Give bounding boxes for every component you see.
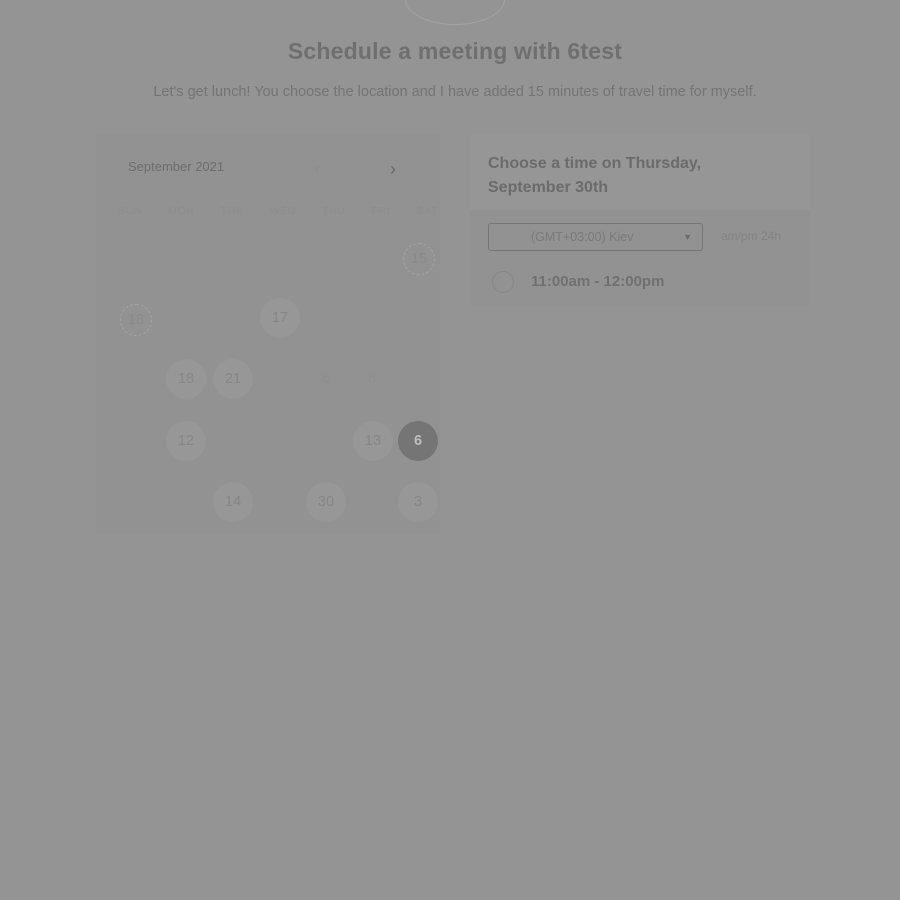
calendar-day[interactable]: 14	[213, 482, 253, 522]
weekday-label: SAT	[416, 205, 438, 217]
calendar-day[interactable]: 17	[260, 298, 300, 338]
weekday-header: SUN MON TUE WED THU FRI SAT	[118, 205, 438, 217]
calendar-month-label: September 2021	[128, 159, 225, 174]
chevron-left-icon[interactable]: ‹	[309, 160, 325, 178]
calendar-day[interactable]: 30	[306, 482, 346, 522]
time-slot-label[interactable]: 11:00am - 12:00pm	[531, 273, 664, 290]
calendar-day-selected[interactable]: 6	[398, 421, 438, 461]
weekday-label: TUE	[220, 205, 244, 217]
calendar-day[interactable]: 12	[166, 421, 206, 461]
time-format-toggle[interactable]: am/pm 24h	[721, 229, 781, 243]
calendar-day[interactable]: 13	[353, 421, 393, 461]
time-selection-heading: Choose a time on Thursday, September 30t…	[488, 155, 702, 196]
host-avatar	[405, 0, 505, 25]
page-title: Schedule a meeting with 6test	[287, 38, 623, 64]
calendar-day[interactable]: 18	[120, 304, 152, 336]
calendar-day[interactable]: 18	[166, 359, 206, 399]
calendar-day[interactable]: 15	[403, 243, 435, 275]
page-description: Let's get lunch! You choose the location…	[153, 84, 757, 100]
calendar-day[interactable]: 3	[398, 482, 438, 522]
weekday-label: MON	[168, 205, 195, 217]
time-slot-radio[interactable]	[492, 271, 514, 293]
chevron-right-icon[interactable]: ›	[385, 160, 401, 178]
calendar-day[interactable]: 6	[352, 359, 392, 399]
weekday-label: WED	[269, 205, 296, 217]
caret-down-icon: ▼	[683, 232, 692, 242]
weekday-label: FRI	[371, 205, 391, 217]
weekday-label: THU	[322, 205, 346, 217]
timezone-value: (GMT+03:00) Kiev	[531, 230, 634, 244]
calendar-day[interactable]: 6	[306, 359, 346, 399]
calendar-day[interactable]: 21	[213, 359, 253, 399]
weekday-label: SUN	[118, 205, 142, 217]
timezone-select[interactable]: (GMT+03:00) Kiev ▼	[488, 223, 703, 251]
